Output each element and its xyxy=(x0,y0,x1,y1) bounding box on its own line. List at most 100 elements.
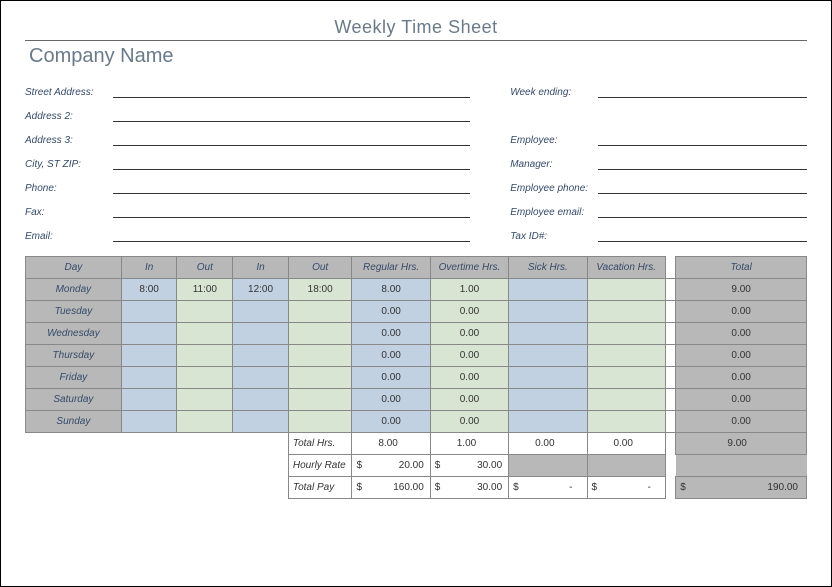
cell-in1[interactable] xyxy=(121,389,177,411)
field-line[interactable] xyxy=(113,110,470,122)
table-row: Thursday0.000.000.00 xyxy=(26,345,807,367)
label-street: Street Address: xyxy=(25,87,113,98)
cell-day: Monday xyxy=(26,279,122,301)
cell-out2[interactable]: 18:00 xyxy=(288,279,352,301)
cell-total: 0.00 xyxy=(676,411,807,433)
cell-out2[interactable] xyxy=(288,323,352,345)
cell-total: 0.00 xyxy=(676,345,807,367)
row-total-hrs: Total Hrs. 8.00 1.00 0.00 0.00 9.00 xyxy=(26,433,807,455)
th-sick: Sick Hrs. xyxy=(509,257,587,279)
cell-in2[interactable] xyxy=(233,301,289,323)
totalhrs-sick: 0.00 xyxy=(509,433,587,455)
info-row: Fax: xyxy=(25,200,470,218)
rate-reg[interactable]: $20.00 xyxy=(352,455,430,477)
field-line[interactable] xyxy=(598,158,807,170)
field-line[interactable] xyxy=(113,206,470,218)
label-phone: Phone: xyxy=(25,183,113,194)
cell-sick[interactable] xyxy=(509,301,587,323)
label-address2: Address 2: xyxy=(25,111,113,122)
pay-vac: $- xyxy=(587,477,665,499)
cell-in1[interactable]: 8:00 xyxy=(121,279,177,301)
field-line[interactable] xyxy=(598,134,807,146)
totalhrs-vac: 0.00 xyxy=(587,433,665,455)
cell-total: 9.00 xyxy=(676,279,807,301)
cell-out1[interactable] xyxy=(177,389,233,411)
cell-in1[interactable] xyxy=(121,411,177,433)
cell-out2[interactable] xyxy=(288,345,352,367)
cell-out1[interactable] xyxy=(177,411,233,433)
cell-vac[interactable] xyxy=(587,323,665,345)
field-line[interactable] xyxy=(113,158,470,170)
cell-vac[interactable] xyxy=(587,279,665,301)
label-total-hrs: Total Hrs. xyxy=(288,433,352,455)
cell-sick[interactable] xyxy=(509,367,587,389)
field-line[interactable] xyxy=(113,134,470,146)
cell-ot: 0.00 xyxy=(430,301,508,323)
info-row: Phone: xyxy=(25,176,470,194)
cell-vac[interactable] xyxy=(587,389,665,411)
cell-out2[interactable] xyxy=(288,389,352,411)
rate-ot[interactable]: $30.00 xyxy=(430,455,508,477)
cell-in2[interactable] xyxy=(233,411,289,433)
company-name: Company Name xyxy=(29,45,807,68)
cell-out2[interactable] xyxy=(288,411,352,433)
cell-out1[interactable] xyxy=(177,323,233,345)
cell-in2[interactable] xyxy=(233,367,289,389)
table-row: Saturday0.000.000.00 xyxy=(26,389,807,411)
field-line[interactable] xyxy=(598,182,807,194)
pay-total: $190.00 xyxy=(676,477,807,499)
field-line[interactable] xyxy=(113,86,470,98)
info-row: Employee phone: xyxy=(510,176,807,194)
cell-sick[interactable] xyxy=(509,389,587,411)
blank xyxy=(26,455,289,477)
cell-sick[interactable] xyxy=(509,411,587,433)
cell-in2[interactable] xyxy=(233,389,289,411)
cell-vac[interactable] xyxy=(587,411,665,433)
label-citystzip: City, ST ZIP: xyxy=(25,159,113,170)
table-row: Tuesday0.000.000.00 xyxy=(26,301,807,323)
cell-sick[interactable] xyxy=(509,279,587,301)
totalhrs-reg: 8.00 xyxy=(352,433,430,455)
cell-ot: 1.00 xyxy=(430,279,508,301)
th-total: Total xyxy=(676,257,807,279)
field-line[interactable] xyxy=(598,86,807,98)
field-line[interactable] xyxy=(598,230,807,242)
label-taxid: Tax ID#: xyxy=(510,231,598,242)
cell-in2[interactable] xyxy=(233,345,289,367)
table-row: Wednesday0.000.000.00 xyxy=(26,323,807,345)
cell-out1[interactable] xyxy=(177,367,233,389)
th-in2: In xyxy=(233,257,289,279)
label-manager: Manager: xyxy=(510,159,598,170)
cell-in1[interactable] xyxy=(121,323,177,345)
info-row: Address 3: xyxy=(25,128,470,146)
cell-out2[interactable] xyxy=(288,301,352,323)
blank xyxy=(26,433,289,455)
cell-sick[interactable] xyxy=(509,345,587,367)
cell-out2[interactable] xyxy=(288,367,352,389)
cell-out1[interactable]: 11:00 xyxy=(177,279,233,301)
field-line[interactable] xyxy=(113,230,470,242)
cell-vac[interactable] xyxy=(587,301,665,323)
field-line[interactable] xyxy=(113,182,470,194)
cell-vac[interactable] xyxy=(587,345,665,367)
cell-reg: 0.00 xyxy=(352,411,430,433)
cell-out1[interactable] xyxy=(177,345,233,367)
label-empphone: Employee phone: xyxy=(510,183,598,194)
cell-in1[interactable] xyxy=(121,345,177,367)
cell-in2[interactable] xyxy=(233,323,289,345)
cell-in1[interactable] xyxy=(121,367,177,389)
table-row: Monday8:0011:0012:0018:008.001.00 9.00 xyxy=(26,279,807,301)
cell-sick[interactable] xyxy=(509,323,587,345)
label-total-pay: Total Pay xyxy=(288,477,352,499)
field-line[interactable] xyxy=(598,206,807,218)
pay-reg: $160.00 xyxy=(352,477,430,499)
gap-cell xyxy=(665,367,675,389)
cell-in2[interactable]: 12:00 xyxy=(233,279,289,301)
cell-out1[interactable] xyxy=(177,301,233,323)
info-row: Tax ID#: xyxy=(510,224,807,242)
cell-total: 0.00 xyxy=(676,367,807,389)
cell-in1[interactable] xyxy=(121,301,177,323)
cell-reg: 8.00 xyxy=(352,279,430,301)
label-hourly-rate: Hourly Rate xyxy=(288,455,352,477)
cell-vac[interactable] xyxy=(587,367,665,389)
